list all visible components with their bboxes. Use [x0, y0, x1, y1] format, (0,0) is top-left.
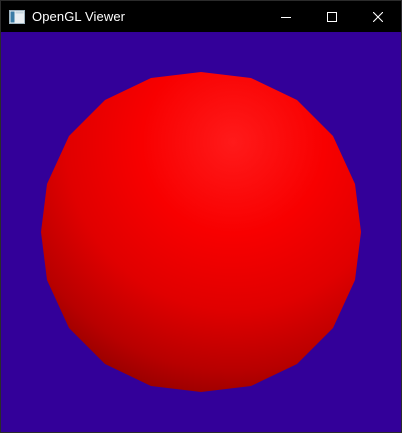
red-sphere[interactable]: [41, 72, 361, 392]
maximize-button[interactable]: [309, 1, 355, 32]
opengl-render-canvas[interactable]: [1, 32, 401, 432]
close-button[interactable]: [355, 1, 401, 32]
minimize-button[interactable]: [263, 1, 309, 32]
opengl-viewer-window: OpenGL Viewer: [0, 0, 402, 433]
close-icon: [373, 11, 383, 22]
maximize-icon: [327, 11, 337, 22]
application-window-icon[interactable]: [9, 9, 25, 25]
title-bar[interactable]: OpenGL Viewer: [1, 1, 401, 32]
render-surface: [41, 72, 361, 392]
minimize-icon: [281, 16, 291, 18]
window-controls: [263, 1, 401, 32]
window-title: OpenGL Viewer: [32, 9, 126, 24]
